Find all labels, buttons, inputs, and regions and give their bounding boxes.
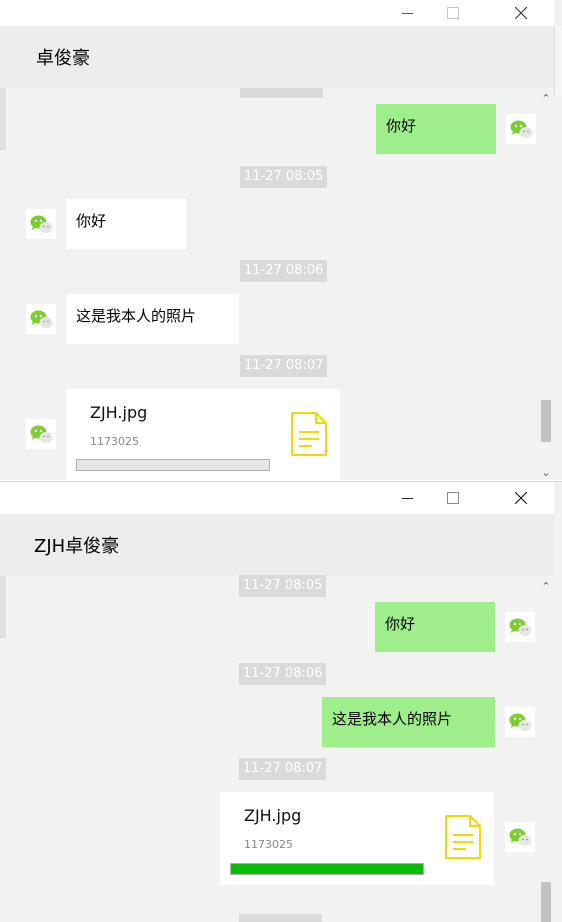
file-name: ZJH.jpg [244, 806, 302, 825]
maximize-icon[interactable] [430, 0, 476, 26]
close-icon[interactable] [498, 482, 544, 514]
wechat-avatar-icon[interactable] [505, 612, 535, 642]
message-text: 这是我本人的照片 [332, 710, 453, 728]
minimize-icon[interactable] [384, 0, 430, 26]
message-bubble-incoming[interactable]: 这是我本人的照片 [66, 294, 239, 344]
document-file-icon [444, 814, 482, 860]
scrollbar-thumb[interactable] [541, 882, 551, 922]
close-icon[interactable] [498, 0, 544, 26]
wechat-avatar-icon[interactable] [505, 707, 535, 737]
title-bar [0, 482, 554, 514]
file-message-incoming[interactable]: ZJH.jpg 1173025 [66, 389, 340, 480]
file-size: 1173025 [90, 435, 139, 448]
background-window-edge [554, 26, 562, 96]
file-message-outgoing[interactable]: ZJH.jpg 1173025 [220, 792, 494, 885]
message-list[interactable]: 你好 11-27 08:05 你好 11-27 08:06 这是我本人的照片 1… [6, 88, 538, 480]
message-text: 你好 [385, 615, 416, 633]
timestamp: 11-27 08:06 [239, 663, 327, 685]
chevron-up-icon[interactable]: ⌃ [538, 578, 554, 594]
download-progress-bar [230, 863, 424, 875]
chat-header: ZJH卓俊豪 [0, 514, 554, 576]
timestamp: 11-27 08:07 [240, 355, 328, 377]
timestamp-fragment [240, 88, 323, 98]
scrollbar[interactable]: ⌃ ⌄ [538, 88, 554, 480]
wechat-avatar-icon[interactable] [26, 209, 56, 239]
progress-fill [231, 864, 423, 874]
chevron-down-icon[interactable]: ⌄ [538, 464, 554, 480]
download-progress-bar [76, 459, 270, 471]
document-file-icon [290, 411, 328, 457]
message-bubble-outgoing[interactable]: 你好 [375, 602, 495, 652]
chat-window-bottom: ZJH卓俊豪 11-27 08:05 你好 11-27 08:06 这是我本人的… [0, 481, 562, 922]
message-bubble-incoming[interactable]: 你好 [66, 199, 186, 249]
minimize-icon[interactable] [384, 482, 430, 514]
contact-name: ZJH卓俊豪 [34, 536, 120, 557]
maximize-icon[interactable] [430, 482, 476, 514]
timestamp: 11-27 08:05 [239, 575, 327, 597]
message-list[interactable]: 11-27 08:05 你好 11-27 08:06 这是我本人的照片 11-2… [6, 575, 538, 922]
chevron-up-icon[interactable]: ⌃ [538, 90, 554, 106]
scrollbar-thumb[interactable] [541, 400, 551, 442]
contact-name: 卓俊豪 [36, 48, 90, 69]
message-text: 你好 [76, 212, 107, 230]
chat-window-top: 卓俊豪 你好 11-27 08:05 你好 11-27 08:06 这是我本人的… [0, 0, 562, 480]
chat-header: 卓俊豪 [0, 26, 554, 88]
message-text: 这是我本人的照片 [76, 307, 197, 325]
wechat-avatar-icon[interactable] [26, 304, 56, 334]
timestamp: 11-27 08:05 [240, 166, 328, 188]
timestamp: 11-27 08:06 [240, 260, 328, 282]
file-name: ZJH.jpg [90, 403, 148, 422]
title-bar [0, 0, 554, 26]
wechat-avatar-icon[interactable] [505, 822, 535, 852]
wechat-avatar-icon[interactable] [506, 114, 536, 144]
file-size: 1173025 [244, 838, 293, 851]
scrollbar[interactable]: ⌃ [538, 576, 554, 922]
message-text: 你好 [386, 117, 417, 135]
wechat-avatar-icon[interactable] [26, 419, 56, 449]
timestamp: 11-27 08:07 [239, 758, 327, 780]
message-bubble-outgoing[interactable]: 你好 [376, 104, 496, 154]
message-bubble-outgoing[interactable]: 这是我本人的照片 [322, 697, 495, 747]
